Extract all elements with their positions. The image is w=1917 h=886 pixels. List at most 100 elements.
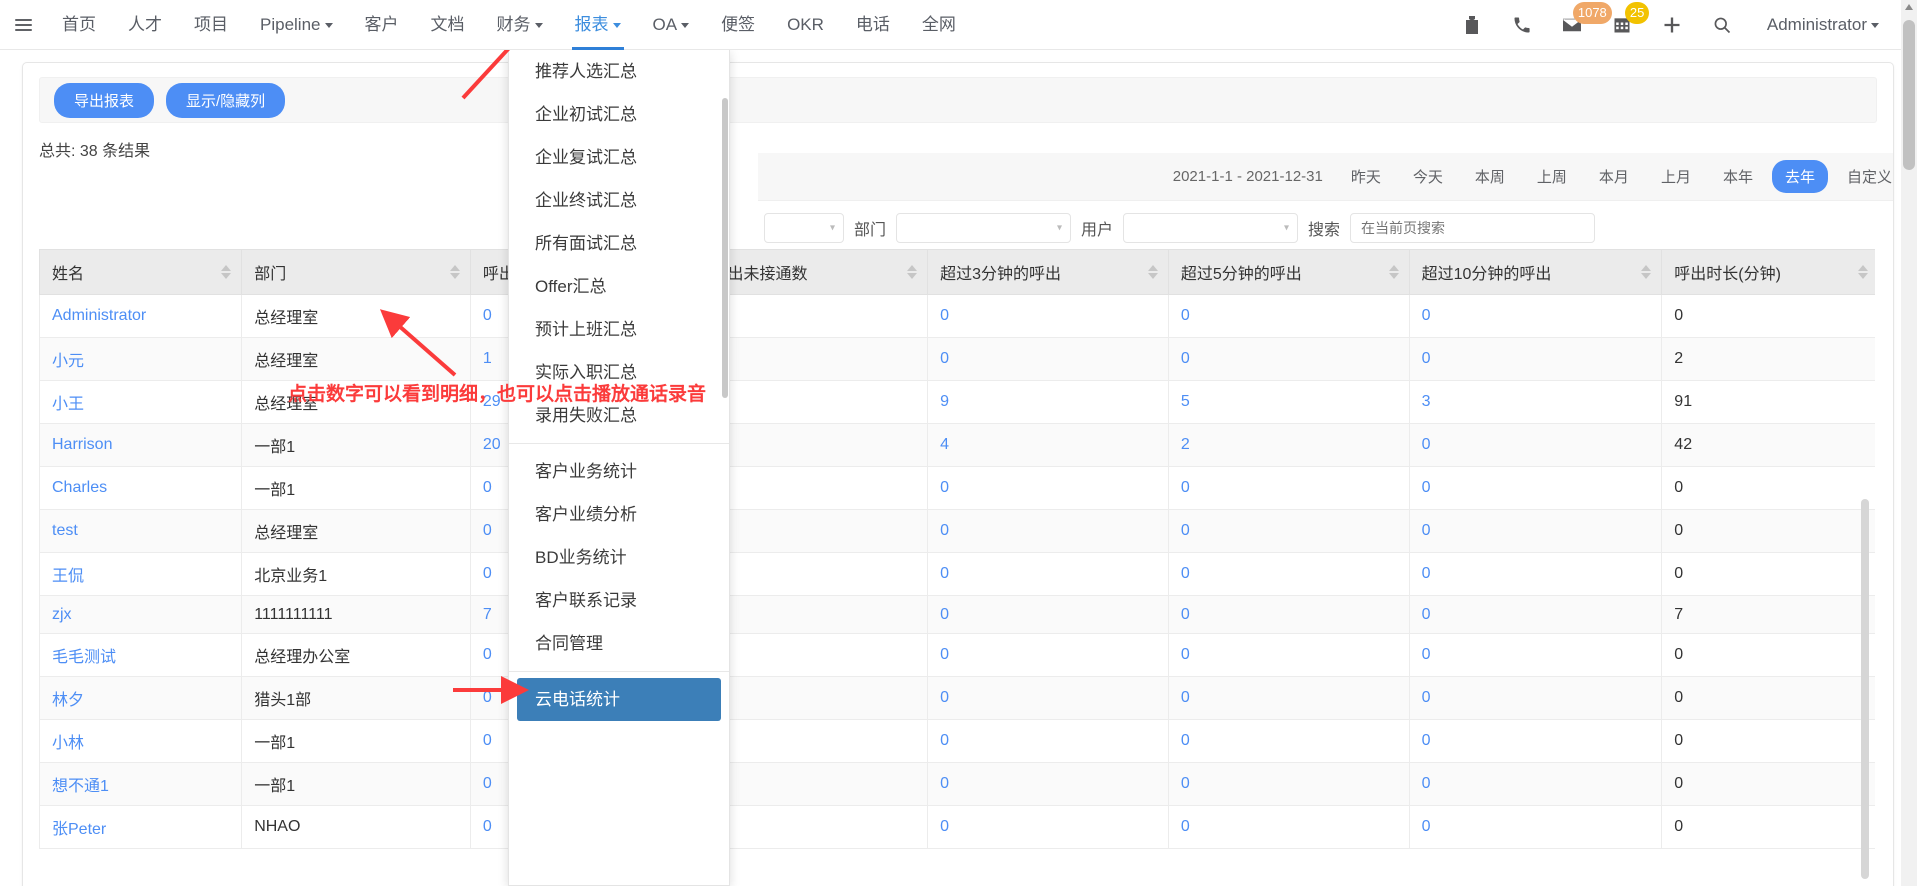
table-cell-missed[interactable]: 0 [699,762,929,806]
table-cell-missed[interactable]: 0 [699,294,929,338]
table-cell-over10[interactable]: 0 [1409,466,1663,510]
table-cell-over3[interactable]: 0 [927,762,1169,806]
table-cell-over3[interactable]: 0 [927,466,1169,510]
date-chip-2[interactable]: 本周 [1462,160,1518,193]
table-cell-name[interactable]: Charles [39,466,243,510]
table-cell-over5[interactable]: 2 [1168,423,1410,467]
date-range-value[interactable]: 2021-1-1 - 2021-12-31 [1173,168,1323,185]
user-menu[interactable]: Administrator [1749,15,1889,35]
user-select[interactable]: ▾ [1123,213,1299,243]
dropdown-item[interactable]: 合同管理 [509,622,729,665]
table-cell-over3[interactable]: 0 [927,552,1169,596]
table-cell-name[interactable]: 毛毛测试 [39,633,243,677]
table-cell-missed[interactable]: 7 [699,380,929,424]
table-cell-over3[interactable]: 0 [927,294,1169,338]
sort-icon[interactable] [1858,265,1868,279]
dropdown-item[interactable]: 客户联系记录 [509,579,729,622]
table-cell-name[interactable]: 林夕 [39,676,243,720]
table-cell-over10[interactable]: 0 [1409,762,1663,806]
table-cell-name[interactable]: 张Peter [39,805,243,849]
table-cell-missed[interactable]: 0 [699,552,929,596]
table-cell-over5[interactable]: 0 [1168,337,1410,381]
nav-item-2[interactable]: 项目 [178,0,244,50]
phone-icon[interactable] [1499,0,1545,50]
dropdown-item[interactable]: BD业务统计 [509,536,729,579]
table-cell-name[interactable]: zjx [39,595,243,634]
table-cell-over3[interactable]: 0 [927,337,1169,381]
table-header-cell[interactable]: 呼出未接通数 [699,249,929,295]
dropdown-item-selected[interactable]: 云电话统计 [517,678,721,721]
date-chip-7[interactable]: 去年 [1771,160,1828,193]
table-cell-over5[interactable]: 0 [1168,676,1410,720]
hamburger-icon[interactable] [0,18,46,31]
table-cell-over10[interactable]: 3 [1409,380,1663,424]
nav-item-7[interactable]: 报表 [559,0,637,50]
nav-item-12[interactable]: 全网 [906,0,972,50]
table-cell-missed[interactable]: 0 [699,509,929,553]
nav-item-1[interactable]: 人才 [112,0,178,50]
dropdown-item[interactable]: 推荐人选汇总 [509,50,729,93]
date-chip-5[interactable]: 上月 [1648,160,1704,193]
table-cell-over10[interactable]: 0 [1409,719,1663,763]
table-cell-over3[interactable]: 0 [927,805,1169,849]
dropdown-item[interactable]: 客户业绩分析 [509,493,729,536]
table-cell-missed[interactable]: 0 [699,466,929,510]
type-select[interactable]: ▾ [764,213,844,243]
table-cell-name[interactable]: 小林 [39,719,243,763]
table-cell-over5[interactable]: 0 [1168,509,1410,553]
dropdown-scrollbar[interactable] [722,98,728,398]
table-cell-missed[interactable]: 0 [699,633,929,677]
date-chip-8[interactable]: 自定义 [1834,160,1893,193]
scroll-thumb[interactable] [1903,20,1915,170]
dropdown-item[interactable]: 客户业务统计 [509,450,729,493]
table-cell-over10[interactable]: 0 [1409,633,1663,677]
table-cell-missed[interactable]: 0 [699,337,929,381]
table-cell-over3[interactable]: 9 [927,380,1169,424]
table-cell-over10[interactable]: 0 [1409,595,1663,634]
nav-item-4[interactable]: 客户 [349,0,415,50]
export-report-button[interactable]: 导出报表 [54,82,155,118]
table-cell-over3[interactable]: 0 [927,595,1169,634]
dropdown-item[interactable]: 企业初试汇总 [509,93,729,136]
table-cell-over5[interactable]: 0 [1168,805,1410,849]
suit-icon[interactable] [1449,0,1495,50]
sort-icon[interactable] [449,265,460,279]
table-cell-over3[interactable]: 0 [927,633,1169,677]
table-cell-name[interactable]: 王侃 [39,552,243,596]
sort-icon[interactable] [221,265,232,279]
table-header-cell[interactable]: 呼出时长(分钟) [1661,249,1875,295]
sort-icon[interactable] [907,265,918,279]
sort-icon[interactable] [1388,265,1399,279]
calendar-icon[interactable]: 25 [1599,0,1650,50]
table-cell-over10[interactable]: 0 [1409,294,1663,338]
date-chip-3[interactable]: 上周 [1524,160,1580,193]
table-cell-missed[interactable]: 0 [699,676,929,720]
table-vertical-scrollbar[interactable] [1861,499,1869,879]
table-cell-missed[interactable]: 0 [699,805,929,849]
search-input[interactable] [1350,213,1596,243]
toggle-columns-button[interactable]: 显示/隐藏列 [166,82,286,118]
table-cell-over5[interactable]: 0 [1168,595,1410,634]
table-cell-over5[interactable]: 0 [1168,466,1410,510]
table-cell-missed[interactable]: 0 [699,719,929,763]
date-chip-6[interactable]: 本年 [1710,160,1766,193]
table-cell-over10[interactable]: 0 [1409,676,1663,720]
table-cell-over3[interactable]: 0 [927,509,1169,553]
table-cell-name[interactable]: 小王 [39,380,243,424]
nav-item-8[interactable]: OA [637,0,706,50]
table-cell-over10[interactable]: 0 [1409,509,1663,553]
dept-select[interactable]: ▾ [896,213,1072,243]
table-cell-over5[interactable]: 0 [1168,552,1410,596]
plus-icon[interactable] [1649,0,1695,50]
table-header-cell[interactable]: 姓名 [39,249,243,295]
table-cell-over3[interactable]: 0 [927,719,1169,763]
dropdown-item[interactable]: 企业复试汇总 [509,136,729,179]
table-cell-over3[interactable]: 0 [927,676,1169,720]
table-cell-over5[interactable]: 0 [1168,294,1410,338]
nav-item-6[interactable]: 财务 [481,0,559,50]
table-cell-name[interactable]: 想不通1 [39,762,243,806]
table-cell-over5[interactable]: 0 [1168,633,1410,677]
nav-item-3[interactable]: Pipeline [244,0,349,50]
table-cell-missed[interactable]: 0 [699,595,929,634]
dropdown-item[interactable]: 企业终试汇总 [509,179,729,222]
